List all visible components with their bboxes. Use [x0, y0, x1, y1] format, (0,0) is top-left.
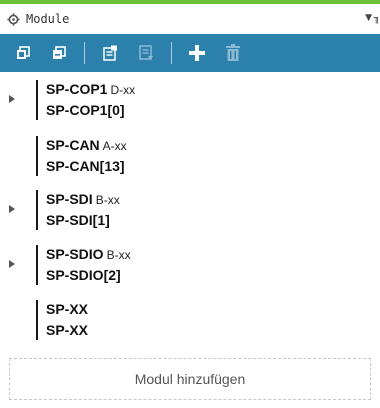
module-variant: B-xx [95, 193, 120, 207]
module-name: SP-COP1 [46, 81, 108, 97]
module-instance: SP-CAN[13] [46, 158, 125, 174]
module-toolbar [0, 34, 380, 72]
module-bar [36, 136, 38, 176]
module-instance: SP-SDI[1] [46, 212, 110, 228]
gear-icon [6, 12, 20, 26]
module-instance: SP-COP1[0] [46, 102, 125, 118]
module-bar [36, 190, 38, 230]
module-name: SP-SDI [46, 191, 93, 207]
toolbar-separator [84, 42, 85, 64]
triangle-down-icon[interactable]: ▼ [365, 13, 372, 23]
module-bar [36, 80, 38, 120]
module-variant: D-xx [110, 83, 136, 97]
add-icon[interactable] [186, 42, 208, 64]
add-module-button[interactable]: Modul hinzufügen [9, 358, 371, 400]
module-variant: B-xx [106, 248, 131, 262]
module-node[interactable]: SP-XX SP-XX [0, 298, 380, 342]
expand-all-icon[interactable] [12, 42, 34, 64]
module-node[interactable]: SP-SDIO B-xx SP-SDIO[2] [0, 243, 380, 287]
module-node[interactable]: SP-COP1 D-xx SP-COP1[0] [0, 78, 380, 122]
module-name: SP-XX [46, 301, 89, 317]
pin-icon[interactable]: ╖ [374, 13, 380, 24]
expand-arrow-icon[interactable] [9, 205, 15, 213]
panel-header: Module ▼ ╖ [0, 4, 380, 34]
module-variant: A-xx [102, 139, 127, 153]
module-node[interactable]: SP-SDI B-xx SP-SDI[1] [0, 188, 380, 232]
module-settings-icon[interactable] [135, 42, 157, 64]
module-instance: SP-SDIO[2] [46, 267, 121, 283]
expand-arrow-icon[interactable] [9, 260, 15, 268]
expand-arrow-icon[interactable] [9, 95, 15, 103]
module-node[interactable]: SP-CAN A-xx SP-CAN[13] [0, 134, 380, 178]
toolbar-separator [171, 42, 172, 64]
module-bar [36, 245, 38, 285]
collapse-all-icon[interactable] [48, 42, 70, 64]
module-bar [36, 300, 38, 340]
module-name: SP-CAN [46, 137, 100, 153]
properties-icon[interactable] [99, 42, 121, 64]
module-name: SP-SDIO [46, 246, 104, 262]
panel-title: Module [26, 12, 70, 26]
trash-icon[interactable] [222, 42, 244, 64]
module-instance: SP-XX [46, 322, 89, 338]
